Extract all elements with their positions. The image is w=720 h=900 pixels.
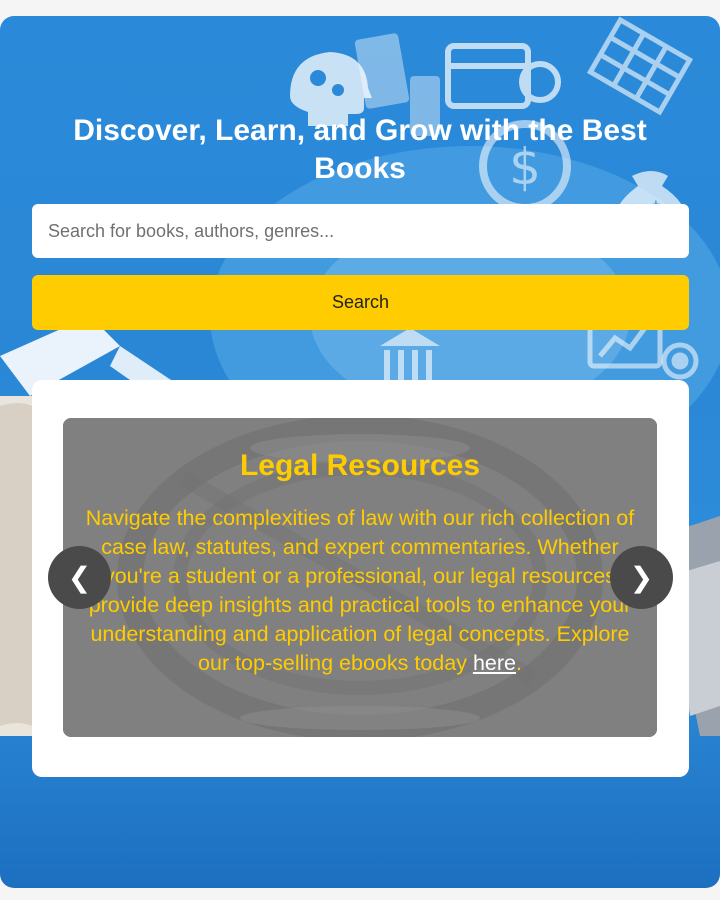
page-title: Discover, Learn, and Grow with the Best … bbox=[73, 114, 647, 185]
slide-title: Legal Resources bbox=[239, 449, 481, 482]
target-icon bbox=[661, 342, 699, 380]
search-button[interactable]: Search bbox=[32, 275, 689, 330]
carousel-panel: Legal Resources Navigate the complexitie… bbox=[32, 380, 689, 777]
slide-text-end: . bbox=[515, 651, 522, 675]
carousel-slide: Legal Resources Navigate the complexitie… bbox=[63, 418, 657, 737]
grid-icon bbox=[586, 16, 694, 116]
chevron-left-icon: ❮ bbox=[67, 561, 92, 594]
here-link[interactable]: here bbox=[473, 651, 516, 675]
chevron-right-icon: ❯ bbox=[629, 561, 654, 594]
search-input[interactable] bbox=[32, 204, 689, 258]
carousel-prev-button[interactable]: ❮ bbox=[48, 546, 111, 609]
calendar-icon bbox=[445, 43, 561, 109]
slide-description: Navigate the complexities of law with ou… bbox=[85, 504, 635, 678]
carousel-next-button[interactable]: ❯ bbox=[610, 546, 673, 609]
slide-text-body: Navigate the complexities of law with ou… bbox=[85, 506, 635, 675]
